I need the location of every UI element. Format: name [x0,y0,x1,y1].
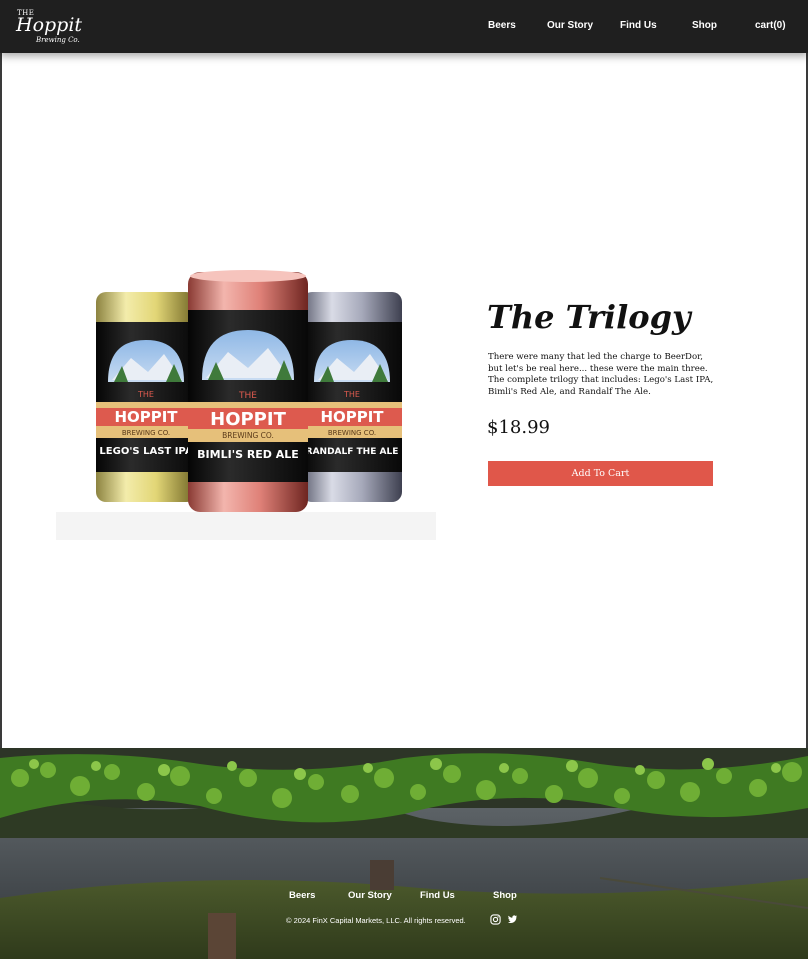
hoppit-logo[interactable]: THE Hoppit Brewing Co. [16,8,82,46]
product-title: The Trilogy [487,298,691,336]
footer-nav-beers[interactable]: Beers [289,890,315,901]
nav-beers[interactable]: Beers [488,20,516,31]
can-beer-name: BIMLI'S RED ALE [197,448,299,461]
can-beer-name: LEGO'S LAST IPA [99,446,192,457]
product-price: $18.99 [487,417,550,438]
footer-nav-our-story[interactable]: Our Story [348,890,392,901]
site-footer: Beers Our Story Find Us Shop © 2024 FinX… [0,748,808,959]
nav-find-us[interactable]: Find Us [620,20,657,31]
can-brand: HOPPIT [114,408,178,426]
can-brand-sub: BREWING CO. [222,431,274,440]
product-description: There were many that led the charge to B… [488,352,714,397]
can-brand-sub: BREWING CO. [328,429,376,437]
can-brand: HOPPIT [320,408,384,426]
logo-name-text: Hoppit [16,14,83,36]
copyright-text: © 2024 FinX Capital Markets, LLC. All ri… [286,916,466,925]
footer-background-image [0,748,808,959]
footer-nav-find-us[interactable]: Find Us [420,890,455,901]
can-brand: HOPPIT [210,409,286,430]
product-image: THE HOPPIT BREWING CO. LEGO'S LAST IPA T… [56,270,436,540]
nav-cart[interactable]: cart(0) [755,20,786,31]
can-brand-sub: BREWING CO. [122,429,170,437]
can-randalf-the-ale: THE HOPPIT BREWING CO. RANDALF THE ALE [302,292,402,502]
can-legos-last-ipa: THE HOPPIT BREWING CO. LEGO'S LAST IPA [96,292,196,502]
can-bimlis-red-ale: THE HOPPIT BREWING CO. BIMLI'S RED ALE [188,270,308,512]
add-to-cart-button[interactable]: Add To Cart [488,461,713,486]
can-brand-top: THE [137,390,154,399]
logo-sub-text: Brewing Co. [36,36,80,44]
nav-shop[interactable]: Shop [692,20,717,31]
site-header: THE Hoppit Brewing Co. Beers Our Story F… [0,0,808,53]
can-reflection [56,512,436,540]
can-brand-top: THE [238,391,257,401]
twitter-icon[interactable] [507,914,518,925]
footer-nav-shop[interactable]: Shop [493,890,517,901]
can-brand-top: THE [343,390,360,399]
instagram-icon[interactable] [490,914,501,925]
can-beer-name: RANDALF THE ALE [306,447,399,457]
nav-our-story[interactable]: Our Story [547,20,593,31]
